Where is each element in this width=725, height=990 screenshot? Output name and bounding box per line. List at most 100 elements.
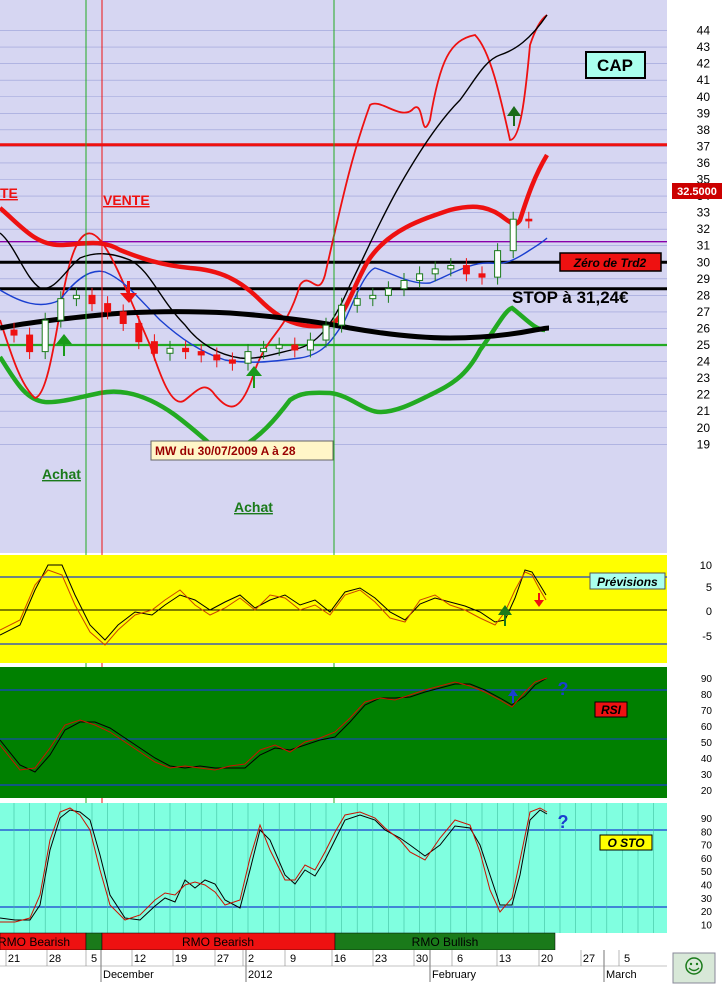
achat-label-2: Achat xyxy=(234,499,273,515)
y-tick-label: 20 xyxy=(701,907,713,918)
y-tick-label: -5 xyxy=(702,631,712,643)
zero-trd2-label: Zéro de Trd2 xyxy=(573,256,647,270)
x-tick-label: 2 xyxy=(248,953,254,965)
x-month-label: March xyxy=(606,969,637,981)
y-tick-label: 40 xyxy=(701,881,713,892)
rmo-segment-small xyxy=(85,932,103,951)
ticker-label: CAP xyxy=(597,56,633,75)
y-tick-label: 30 xyxy=(701,894,713,905)
y-tick-label: 36 xyxy=(697,156,711,170)
x-tick-label: 27 xyxy=(583,953,595,965)
y-tick-label: 33 xyxy=(697,206,711,220)
y-tick-label: 42 xyxy=(697,57,711,71)
y-tick-label: 80 xyxy=(701,827,713,838)
x-tick-label: 5 xyxy=(624,953,630,965)
y-tick-label: 0 xyxy=(706,606,712,618)
y-tick-label: 70 xyxy=(701,706,713,717)
y-tick-label: 19 xyxy=(697,437,711,451)
price-tag: 32.5000 xyxy=(672,183,722,199)
y-tick-label: 44 xyxy=(697,24,711,38)
y-tick-label: 70 xyxy=(701,841,713,852)
y-tick-label: 22 xyxy=(697,388,711,402)
vente-label: VENTE xyxy=(103,192,150,208)
y-tick-label: 10 xyxy=(701,920,713,931)
y-tick-label: 40 xyxy=(701,754,713,765)
osto-y-axis: 90 80 70 60 50 40 30 20 10 xyxy=(701,814,713,931)
y-tick-label: 43 xyxy=(697,40,711,54)
y-tick-label: 40 xyxy=(697,90,711,104)
x-tick-label: 12 xyxy=(134,953,146,965)
rsi-label: RSI xyxy=(601,703,622,717)
x-tick-label: 30 xyxy=(416,953,428,965)
chart-window: 1920212223242526272829303132333435363738… xyxy=(0,0,725,990)
y-tick-label: 31 xyxy=(697,239,711,253)
y-tick-label: 21 xyxy=(697,404,711,418)
y-tick-label: 37 xyxy=(697,139,711,153)
previsions-label: Prévisions xyxy=(597,575,658,589)
rmo-segment-label: RMO Bearish xyxy=(0,935,70,949)
mw-note-box: MW du 30/07/2009 A à 28 xyxy=(150,440,334,461)
x-tick-label: 13 xyxy=(499,953,511,965)
y-tick-label: 80 xyxy=(701,690,713,701)
vente-left-label: TE xyxy=(0,185,18,201)
achat-label-1: Achat xyxy=(42,466,81,482)
rsi-label-box: RSI xyxy=(594,701,628,718)
smiley-button[interactable] xyxy=(672,952,716,984)
y-tick-label: 29 xyxy=(697,272,711,286)
x-tick-label: 27 xyxy=(217,953,229,965)
rmo-segment: RMO Bearish xyxy=(101,932,336,951)
y-tick-label: 24 xyxy=(697,355,711,369)
y-tick-label: 28 xyxy=(697,288,711,302)
x-tick-label: 9 xyxy=(290,953,296,965)
x-month-label: December xyxy=(103,969,154,981)
cap-box: CAP xyxy=(585,51,646,79)
rmo-segment-label: RMO Bullish xyxy=(412,935,479,949)
x-tick-label: 20 xyxy=(541,953,553,965)
x-tick-label: 16 xyxy=(334,953,346,965)
y-tick-label: 41 xyxy=(697,73,711,87)
y-tick-label: 27 xyxy=(697,305,711,319)
y-tick-label: 38 xyxy=(697,123,711,137)
y-tick-label: 20 xyxy=(697,421,711,435)
x-tick-label: 5 xyxy=(91,953,97,965)
x-month-label: 2012 xyxy=(248,969,272,981)
y-tick-label: 60 xyxy=(701,722,713,733)
x-tick-label: 23 xyxy=(375,953,387,965)
x-tick-label: 28 xyxy=(49,953,61,965)
y-tick-label: 50 xyxy=(701,738,713,749)
x-tick-label: 6 xyxy=(457,953,463,965)
rsi-axis-bg xyxy=(667,667,725,798)
y-tick-label: 10 xyxy=(700,560,712,572)
stop-label: STOP à 31,24€ xyxy=(512,288,629,307)
y-tick-label: 32 xyxy=(697,222,711,236)
candle xyxy=(41,312,49,360)
x-tick-label: 21 xyxy=(8,953,20,965)
y-tick-label: 30 xyxy=(701,770,713,781)
previsions-panel-bg xyxy=(0,555,667,663)
rmo-segment: RMO Bearish xyxy=(0,932,87,951)
candle xyxy=(509,211,517,259)
y-tick-label: 60 xyxy=(701,854,713,865)
osto-label-box: O STO xyxy=(599,834,653,851)
osto-question-mark: ? xyxy=(558,812,569,832)
y-tick-label: 26 xyxy=(697,321,711,335)
zero-trd2-box: Zéro de Trd2 xyxy=(559,252,662,272)
y-tick-label: 25 xyxy=(697,338,711,352)
rmo-segment-label: RMO Bearish xyxy=(182,935,254,949)
osto-axis-bg xyxy=(667,803,725,933)
y-tick-label: 90 xyxy=(701,674,713,685)
y-tick-label: 50 xyxy=(701,867,713,878)
chart-canvas: 1920212223242526272829303132333435363738… xyxy=(0,0,725,984)
y-tick-label: 23 xyxy=(697,371,711,385)
mw-note-text: MW du 30/07/2009 A à 28 xyxy=(155,444,296,458)
y-tick-label: 5 xyxy=(706,582,712,594)
previsions-label-box: Prévisions xyxy=(589,572,666,590)
y-tick-label: 20 xyxy=(701,786,713,797)
x-month-label: February xyxy=(432,969,477,981)
y-tick-label: 30 xyxy=(697,255,711,269)
y-tick-label: 90 xyxy=(701,814,713,825)
rsi-question-mark: ? xyxy=(558,679,569,699)
rmo-segment: RMO Bullish xyxy=(334,932,556,951)
price-tag-value: 32.5000 xyxy=(677,186,717,198)
osto-label: O STO xyxy=(607,836,645,850)
